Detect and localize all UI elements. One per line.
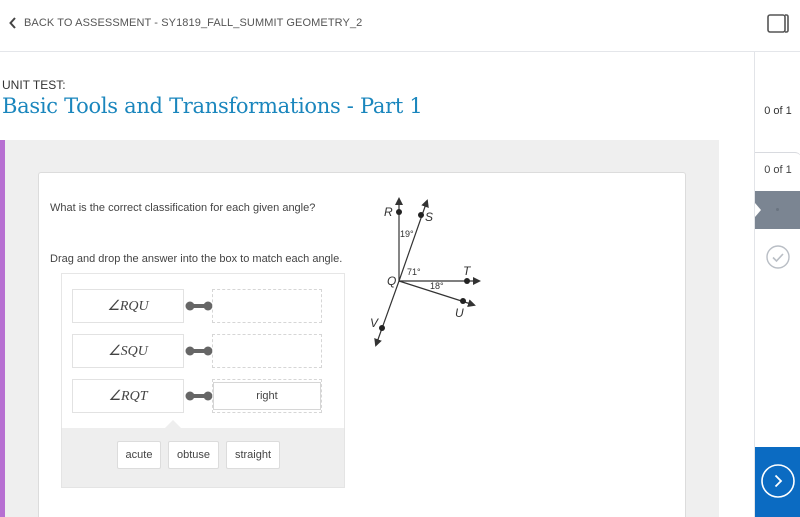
angle-label-sqt: 71° [407,267,421,277]
label-u: U [455,306,464,320]
chevron-left-icon [9,17,16,29]
answer-chip-obtuse[interactable]: obtuse [168,441,219,469]
page-header: UNIT TEST: Basic Tools and Transformatio… [0,52,754,140]
point-r [396,209,402,215]
accent-bar [0,140,5,517]
drop-zone-rqt[interactable]: right [212,379,322,413]
drop-zone-rqu[interactable] [212,289,322,323]
label-v: V [370,316,379,330]
point-v [379,325,385,331]
check-circle-icon [766,245,790,269]
label-r: R [384,205,393,219]
label-t: T [463,264,472,278]
connector-icon [185,301,213,311]
question-score: 0 of 1 [764,164,792,176]
label-s: S [425,210,433,224]
point-s [418,212,424,218]
active-question-nav[interactable] [755,191,800,229]
placed-answer-chip[interactable]: right [213,382,321,410]
ray-qv [374,280,400,347]
back-to-assessment-link[interactable]: BACK TO ASSESSMENT - SY1819_FALL_SUMMIT … [8,16,362,30]
next-arrow-icon [761,464,795,498]
answer-chip-acute[interactable]: acute [117,441,161,469]
angle-figure: R S Q T U V 19° 71° 18° [370,197,481,347]
question-prompt: What is the correct classification for e… [50,202,316,214]
term-rqt: ∠RQT [72,379,184,413]
connector-icon [185,391,213,401]
drop-zone-squ[interactable] [212,334,322,368]
question-instruction: Drag and drop the answer into the box to… [50,253,343,265]
angle-label-rqs: 19° [400,229,414,239]
back-link-label: BACK TO ASSESSMENT - SY1819_FALL_SUMMIT … [24,17,363,29]
page-title: Basic Tools and Transformations - Part 1 [2,94,423,118]
question-card: What is the correct classification for e… [38,172,686,517]
point-u [460,298,466,304]
answer-bank: acute obtuse straight [61,420,345,488]
progress-panel: 0 of 1 0 of 1 [754,52,800,517]
overall-score: 0 of 1 [764,105,792,117]
next-button[interactable] [755,447,800,517]
unit-test-label: UNIT TEST: [2,78,66,92]
answer-chip-straight[interactable]: straight [226,441,280,469]
match-area: ∠RQU ∠SQU ∠RQT right [61,273,345,428]
top-bar: BACK TO ASSESSMENT - SY1819_FALL_SUMMIT … [0,0,800,52]
connector-icon [185,346,213,356]
term-rqu: ∠RQU [72,289,184,323]
term-squ: ∠SQU [72,334,184,368]
label-q: Q [387,274,396,288]
angle-label-tqu: 18° [430,281,444,291]
bank-notch [165,420,181,428]
nav-dot [776,208,779,211]
point-t [464,278,470,284]
window-toggle-icon[interactable] [766,12,790,36]
